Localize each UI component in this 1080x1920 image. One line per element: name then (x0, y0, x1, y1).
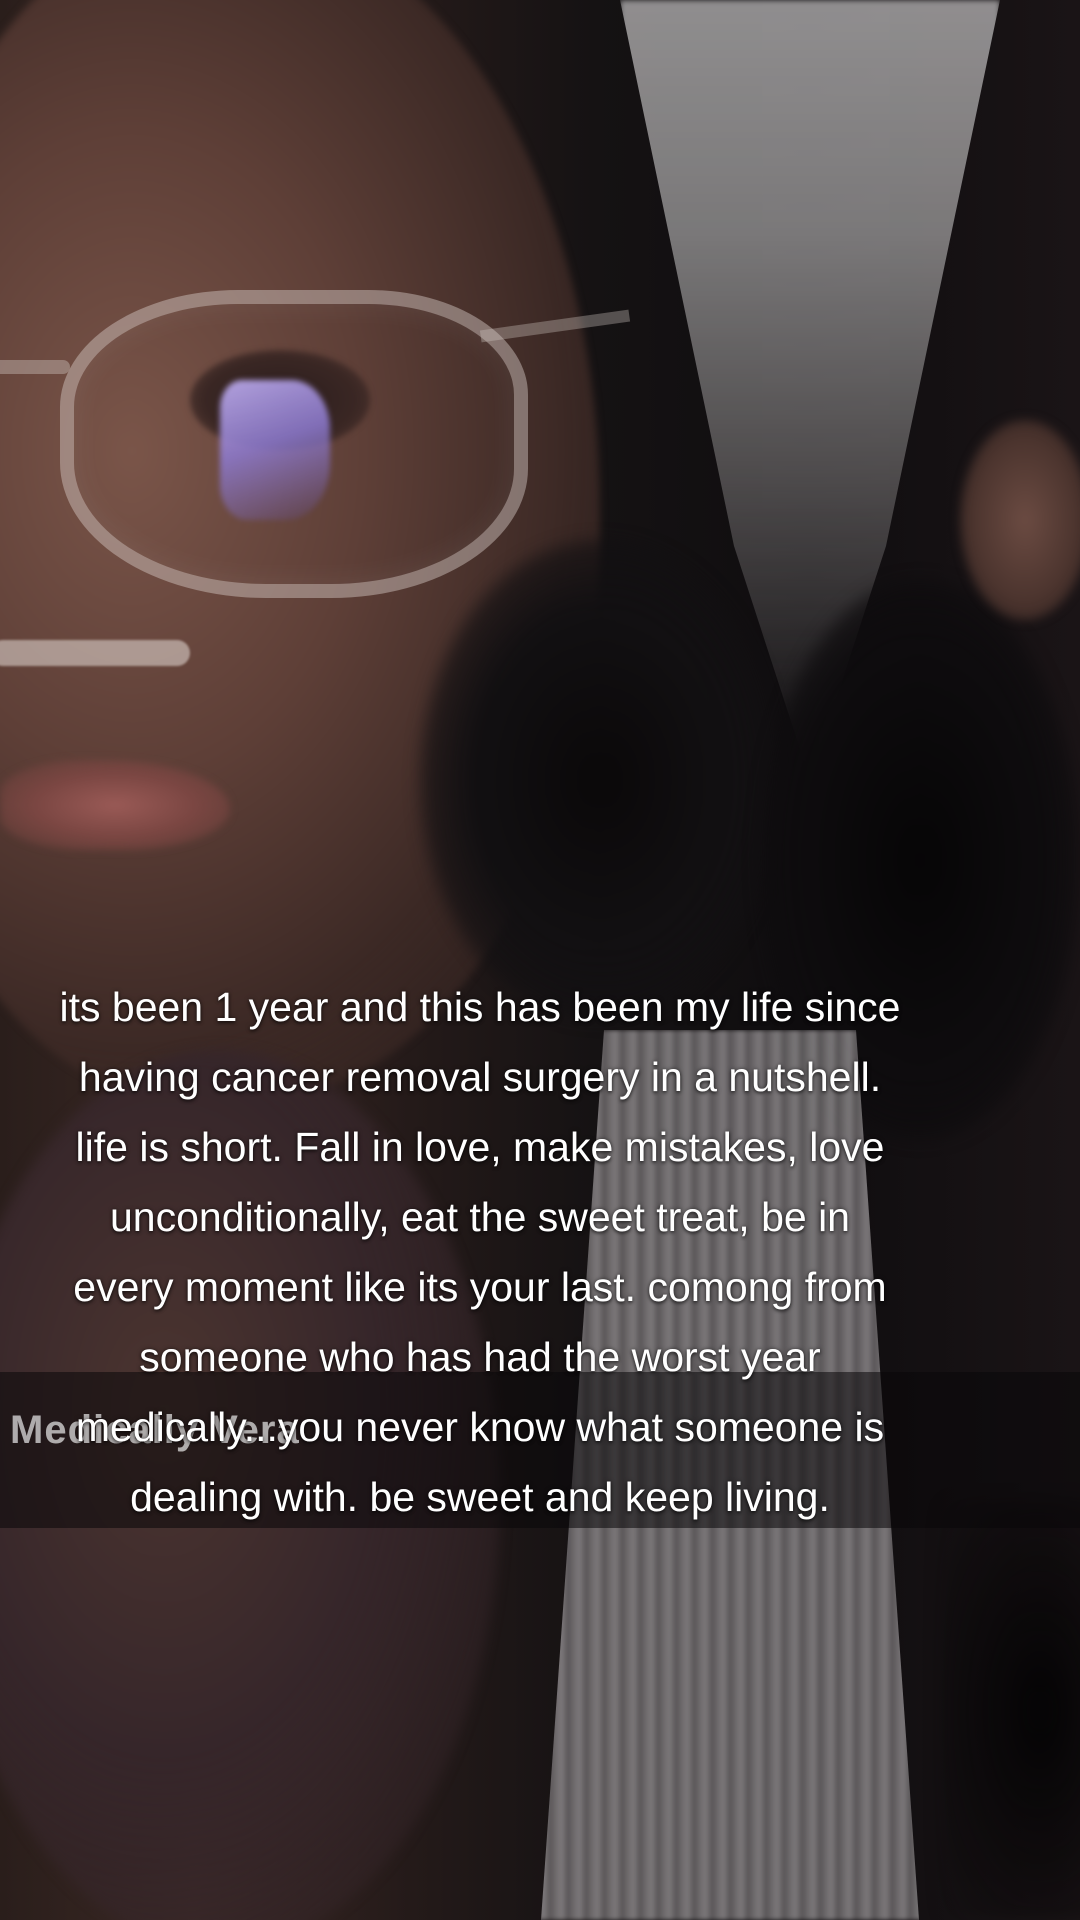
caption-line: its been 1 year and this has been my lif… (59, 984, 901, 1030)
shadow (940, 1500, 1080, 1920)
glasses-bridge (0, 360, 70, 374)
caption-line: dealing with. be sweet and keep living. (130, 1474, 830, 1520)
video-caption: its been 1 year and this has been my lif… (0, 972, 960, 1532)
dark-hair-left (420, 540, 780, 1020)
caption-line: every moment like its your last. comong … (73, 1264, 887, 1310)
nasal-cannula (0, 640, 190, 666)
ear (960, 420, 1080, 620)
caption-line: someone who has had the worst year (139, 1334, 821, 1380)
caption-line: medically...you never know what someone … (75, 1404, 885, 1450)
glasses (60, 290, 528, 598)
caption-line: life is short. Fall in love, make mistak… (75, 1124, 885, 1170)
video-frame: Medically Vera its been 1 year and this … (0, 0, 1080, 1920)
caption-line: having cancer removal surgery in a nutsh… (78, 1054, 882, 1100)
caption-line: unconditionally, eat the sweet treat, be… (110, 1194, 850, 1240)
